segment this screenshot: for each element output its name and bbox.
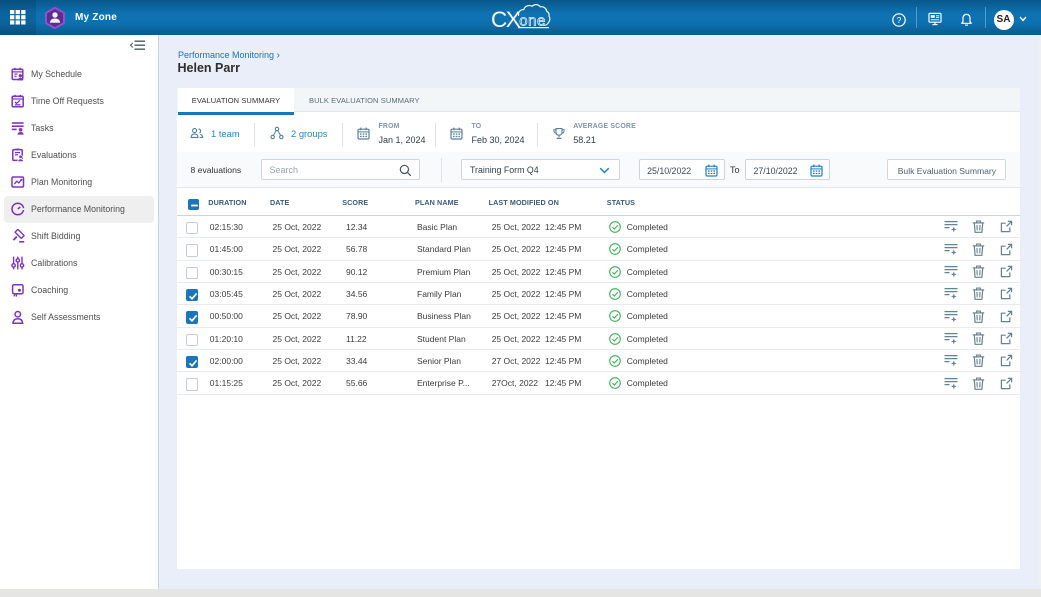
svg-text:CX: CX xyxy=(491,7,521,32)
svg-text:?: ? xyxy=(896,15,901,25)
